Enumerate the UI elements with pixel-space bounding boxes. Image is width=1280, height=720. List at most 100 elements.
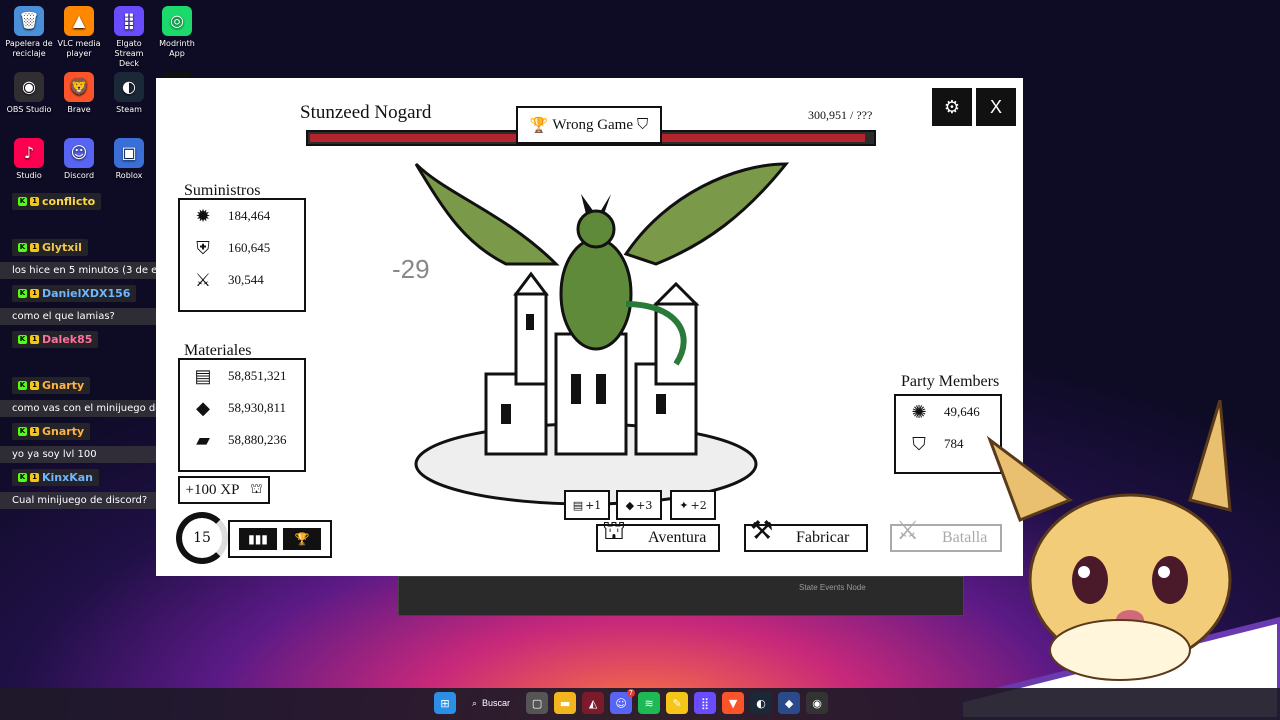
discord-taskbar-button[interactable]: ☺ 7: [610, 689, 636, 714]
boss-hp-text: 300,951 / ???: [808, 108, 873, 122]
taskbar: ⊞ ⌕ Buscar ▢ ▬ ◭ ☺ 7 ≋ ✎ ⣿ ▼ ◐ ◆ ◉: [0, 688, 1280, 720]
trophy-icon: 🏆: [294, 532, 310, 546]
game-window: Stunzeed Nogard 300,951 / ??? 🏆 Wrong Ga…: [156, 78, 1023, 576]
roblox-icon: ▣: [114, 138, 144, 168]
state-events-node-label: State Events Node: [799, 583, 866, 592]
sun-emblem-icon: ✺: [911, 401, 927, 422]
taskbar-app-button[interactable]: ◭: [582, 692, 605, 714]
stream-deck-icon: ⣿: [114, 6, 144, 36]
dragon-castle-artwork[interactable]: [406, 134, 796, 514]
sub-badge-icon: 1: [30, 427, 39, 436]
desktop-icon-label: Brave: [67, 105, 91, 114]
wood-icon: ▤: [194, 365, 212, 386]
chat-username-text: Dalek85: [42, 333, 93, 346]
steam-icon: ◐: [756, 696, 766, 710]
chat-username[interactable]: K 1 conflicto: [12, 193, 102, 210]
steam-taskbar-button[interactable]: ◐: [750, 692, 773, 714]
trophies-button[interactable]: 🏆: [283, 528, 321, 550]
eevee-streamer-avatar: [960, 400, 1280, 720]
brave-taskbar-button[interactable]: ▼: [722, 692, 745, 714]
gem-reward-icon: ✦: [679, 498, 689, 512]
taskbar-search[interactable]: ⌕ Buscar: [462, 692, 520, 714]
action-label: Fabricar: [796, 529, 850, 546]
resource-row: ▤ 58,851,321: [180, 360, 304, 392]
modrinth-icon: ◎: [162, 6, 192, 36]
desktop-icon[interactable]: ◐ Steam: [104, 72, 154, 115]
notes-taskbar-button[interactable]: ✎: [666, 692, 689, 714]
chat-username-text: conflicto: [42, 195, 96, 208]
chat-username-text: Gnarty: [42, 425, 85, 438]
chat-username[interactable]: K 1 Gnarty: [12, 423, 91, 440]
sub-badge-icon: 1: [30, 197, 39, 206]
sub-badge-icon: 1: [30, 335, 39, 344]
desktop-icon[interactable]: 🗑 Papelera de reciclaje: [4, 6, 54, 59]
file-explorer-button[interactable]: ▬: [554, 692, 577, 714]
chat-username-text: KinxKan: [42, 471, 93, 484]
desktop-icon-label: Discord: [63, 171, 95, 180]
stream-deck-taskbar-button[interactable]: ⣿: [694, 692, 717, 714]
desktop-icon-label: Studio: [16, 171, 42, 180]
kick-badge-icon: K: [18, 381, 27, 390]
kick-badge-icon: K: [18, 243, 27, 252]
close-button[interactable]: X: [976, 88, 1016, 126]
desktop-icon[interactable]: ♪ Studio: [4, 138, 54, 181]
kick-badge-icon: K: [18, 335, 27, 344]
resource-value: 30,544: [228, 272, 264, 287]
windows-icon: ⊞: [440, 696, 450, 710]
app-taskbar-button[interactable]: ◆: [778, 692, 801, 714]
castle-mini-icon: ⛫: [250, 481, 263, 496]
action-label: Aventura: [648, 529, 707, 546]
gear-icon: ⚙: [943, 96, 961, 117]
resource-value: 58,851,321: [228, 368, 287, 383]
chat-username[interactable]: K 1 DanielXDX156: [12, 285, 137, 302]
kick-badge-icon: K: [18, 473, 27, 482]
stats-buttons: ▮▮▮ 🏆: [228, 520, 332, 558]
notes-icon: ✎: [672, 696, 682, 710]
chat-username-text: DanielXDX156: [42, 287, 131, 300]
chat-username[interactable]: K 1 KinxKan: [12, 469, 99, 486]
desktop-icon[interactable]: ◎ Modrinth App: [152, 6, 202, 59]
resource-row: ◆ 58,930,811: [180, 392, 304, 424]
xp-label: +100 XP: [185, 481, 240, 498]
desktop-icon[interactable]: 🦁 Brave: [54, 72, 104, 115]
action-button-aventura[interactable]: ⛫ Aventura: [596, 516, 720, 552]
kick-badge-icon: K: [18, 197, 27, 206]
action-button-fabricar[interactable]: ⚒ Fabricar: [744, 516, 868, 552]
discord-icon: ☺: [64, 138, 94, 168]
folder-icon: ▬: [559, 696, 571, 710]
desktop-icon-label: Elgato Stream Deck: [114, 39, 144, 68]
chat-username[interactable]: K 1 Gnarty: [12, 377, 91, 394]
level-number: 15: [193, 530, 211, 546]
resource-value: 58,930,811: [228, 400, 287, 415]
start-button[interactable]: ⊞: [434, 692, 456, 714]
settings-button[interactable]: ⚙: [932, 88, 972, 126]
desktop-icon[interactable]: ⣿ Elgato Stream Deck: [104, 6, 154, 69]
trophy-icon: 🏆: [529, 117, 549, 134]
desktop-icon-label: Roblox: [115, 171, 143, 180]
discord-notification-badge: 7: [626, 689, 636, 697]
sub-badge-icon: 1: [30, 473, 39, 482]
craft-book-icon: ⚒: [750, 516, 774, 545]
spotify-taskbar-button[interactable]: ≋: [638, 692, 661, 714]
wrong-game-label: Wrong Game: [552, 116, 634, 133]
desktop-icon[interactable]: ▲ VLC media player: [54, 6, 104, 59]
xp-badge: +100 XP ⛫: [178, 476, 270, 504]
resource-value: 58,880,236: [228, 432, 287, 447]
reward-value: +3: [636, 498, 653, 512]
level-indicator: 15: [176, 512, 228, 564]
chat-username-text: Glytxil: [42, 241, 82, 254]
chat-username[interactable]: K 1 Glytxil: [12, 239, 88, 256]
steam-icon: ◐: [114, 72, 144, 102]
desktop-icon[interactable]: ☺ Discord: [54, 138, 104, 181]
desktop-icon[interactable]: ◉ OBS Studio: [4, 72, 54, 115]
stats-button[interactable]: ▮▮▮: [239, 528, 277, 550]
chat-username[interactable]: K 1 Dalek85: [12, 331, 99, 348]
resource-value: 184,464: [228, 208, 271, 223]
reward-chip: ✦ +2: [670, 490, 716, 520]
resource-value: 160,645: [228, 240, 271, 255]
obs-taskbar-button[interactable]: ◉: [806, 692, 829, 714]
adventure-icon: ⛫: [602, 516, 626, 545]
desktop-icon-label: Modrinth App: [159, 39, 195, 58]
desktop-icon[interactable]: ▣ Roblox: [104, 138, 154, 181]
task-view-button[interactable]: ▢: [526, 692, 549, 714]
